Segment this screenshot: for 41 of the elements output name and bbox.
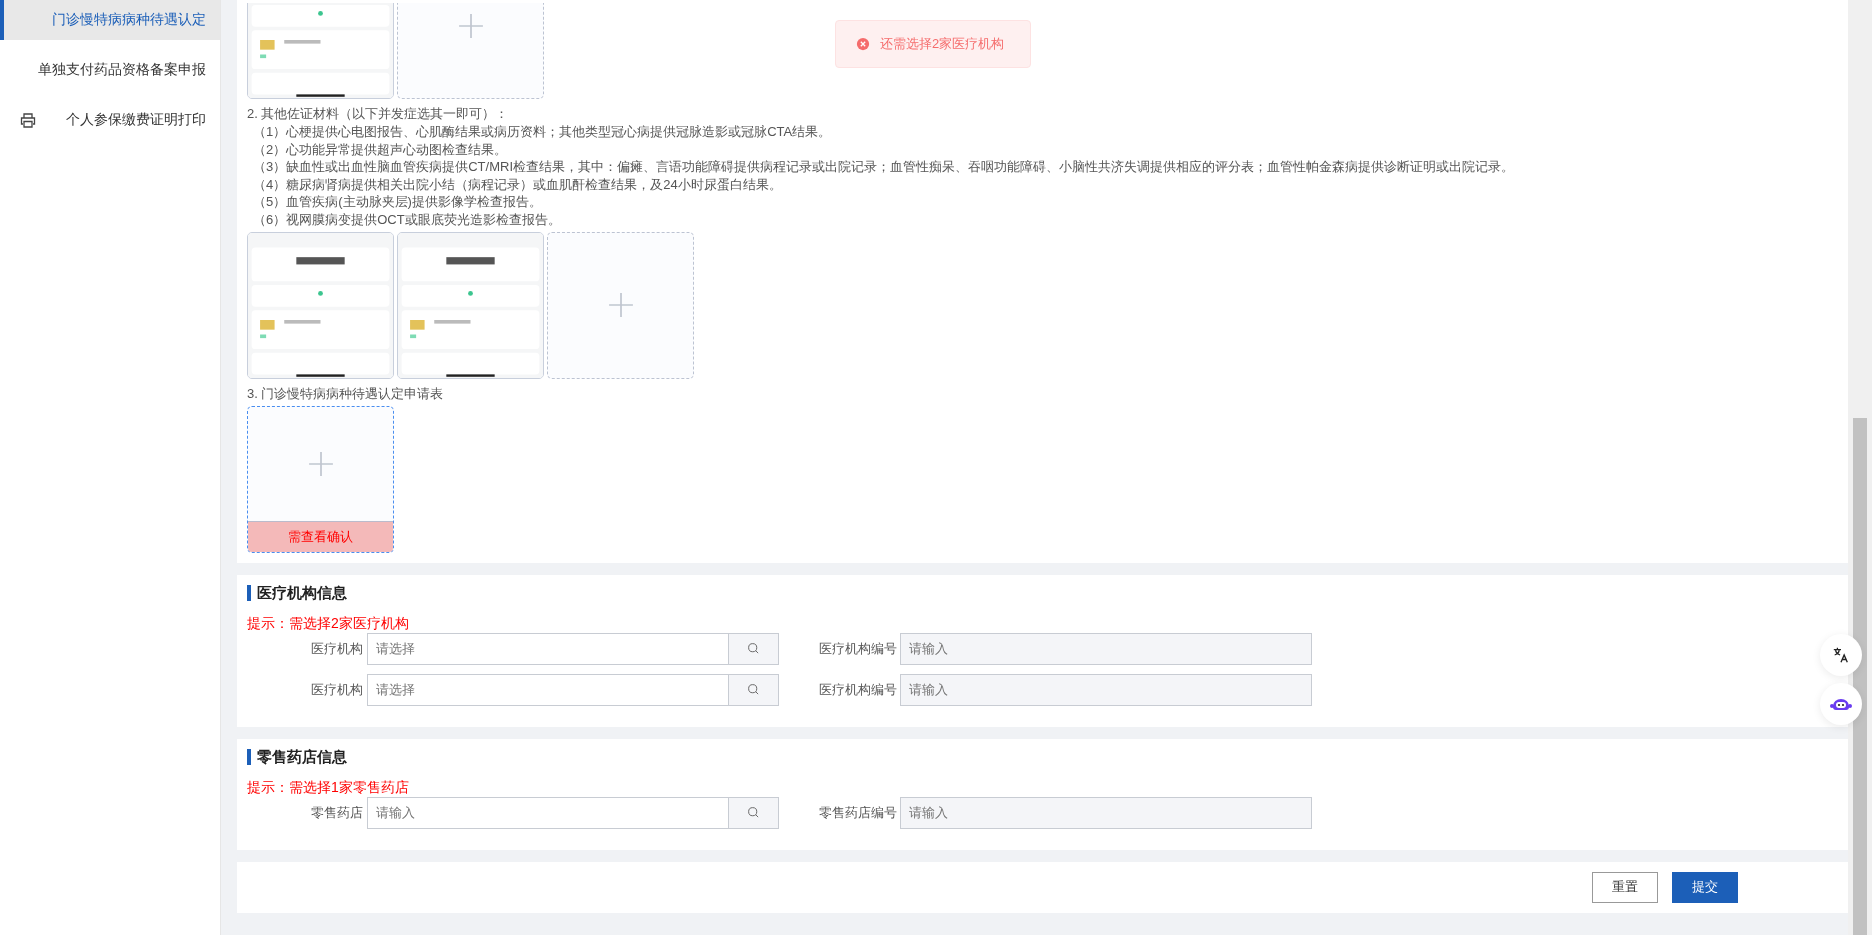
material-requirement: （4）糖尿病肾病提供相关出院小结（病程记录）或血肌酐检查结果，及24小时尿蛋白结果。	[252, 175, 783, 194]
material-requirement: （5）血管疾病(主动脉夹层)提供影像学检查报告。	[252, 193, 543, 211]
plus-icon	[307, 450, 334, 477]
material-heading: 2. 其他佐证材料（以下并发症选其一即可）：	[247, 105, 510, 123]
field-label: 零售药店编号	[818, 803, 898, 822]
printer-icon	[20, 112, 36, 128]
material-requirement: （6）视网膜病变提供OCT或眼底荧光造影检查报告。	[252, 210, 562, 229]
field-label: 医疗机构	[310, 639, 364, 658]
material-requirement: （3）缺血性或出血性脑血管疾病提供CT/MRI检查结果，其中：偏瘫、言语功能障碍提供病程记录或出院记录；血管性痴呆、吞咽功能障碍、小脑性共济失调提供相应的评分表；血管性帕金森病提供诊断证明或出院记录。	[252, 158, 1515, 176]
select-field[interactable]: 请输入	[367, 796, 729, 829]
upload-caption: 需查看确认	[248, 520, 393, 552]
toast-message: 还需选择2家医疗机构	[880, 35, 1005, 53]
sidebar-item[interactable]: 个人参保缴费证明打印	[0, 100, 220, 140]
section-title: 医疗机构信息	[247, 584, 1838, 601]
search-button[interactable]	[729, 632, 779, 665]
scrollbar-thumb[interactable]	[1853, 418, 1867, 935]
search-button[interactable]	[729, 796, 779, 829]
reset-button[interactable]: 重置	[1592, 871, 1658, 903]
search-button[interactable]	[729, 673, 779, 706]
translate-icon	[1832, 646, 1850, 664]
material-requirement: （2）心功能异常提供超声心动图检查结果。	[252, 140, 509, 159]
section-title: 零售药店信息	[247, 748, 1838, 765]
hint-text: 提示：需选择1家零售药店	[247, 778, 410, 797]
select-field[interactable]: 请选择	[367, 673, 729, 706]
search-icon	[747, 806, 760, 820]
error-icon	[856, 37, 870, 51]
sidebar-item[interactable]: 门诊慢特病病种待遇认定	[0, 0, 220, 40]
material-requirement: （1）心梗提供心电图报告、心肌酶结果或病历资料；其他类型冠心病提供冠脉造影或冠脉CTA结果。	[252, 123, 833, 141]
field-label: 医疗机构编号	[818, 639, 898, 658]
plus-icon	[607, 292, 634, 319]
search-icon	[747, 683, 760, 697]
material-heading: 3. 门诊慢特病病种待遇认定申请表	[247, 384, 445, 403]
field-label: 医疗机构	[310, 680, 364, 699]
search-icon	[747, 642, 760, 656]
sidebar-item[interactable]: 单独支付药品资格备案申报	[0, 50, 220, 90]
field-label: 医疗机构编号	[818, 680, 898, 699]
field-label: 零售药店	[310, 803, 364, 822]
hint-text: 提示：需选择2家医疗机构	[247, 614, 410, 633]
plus-icon	[457, 12, 484, 39]
select-field[interactable]: 请选择	[367, 632, 729, 665]
submit-button[interactable]: 提交	[1672, 871, 1738, 903]
